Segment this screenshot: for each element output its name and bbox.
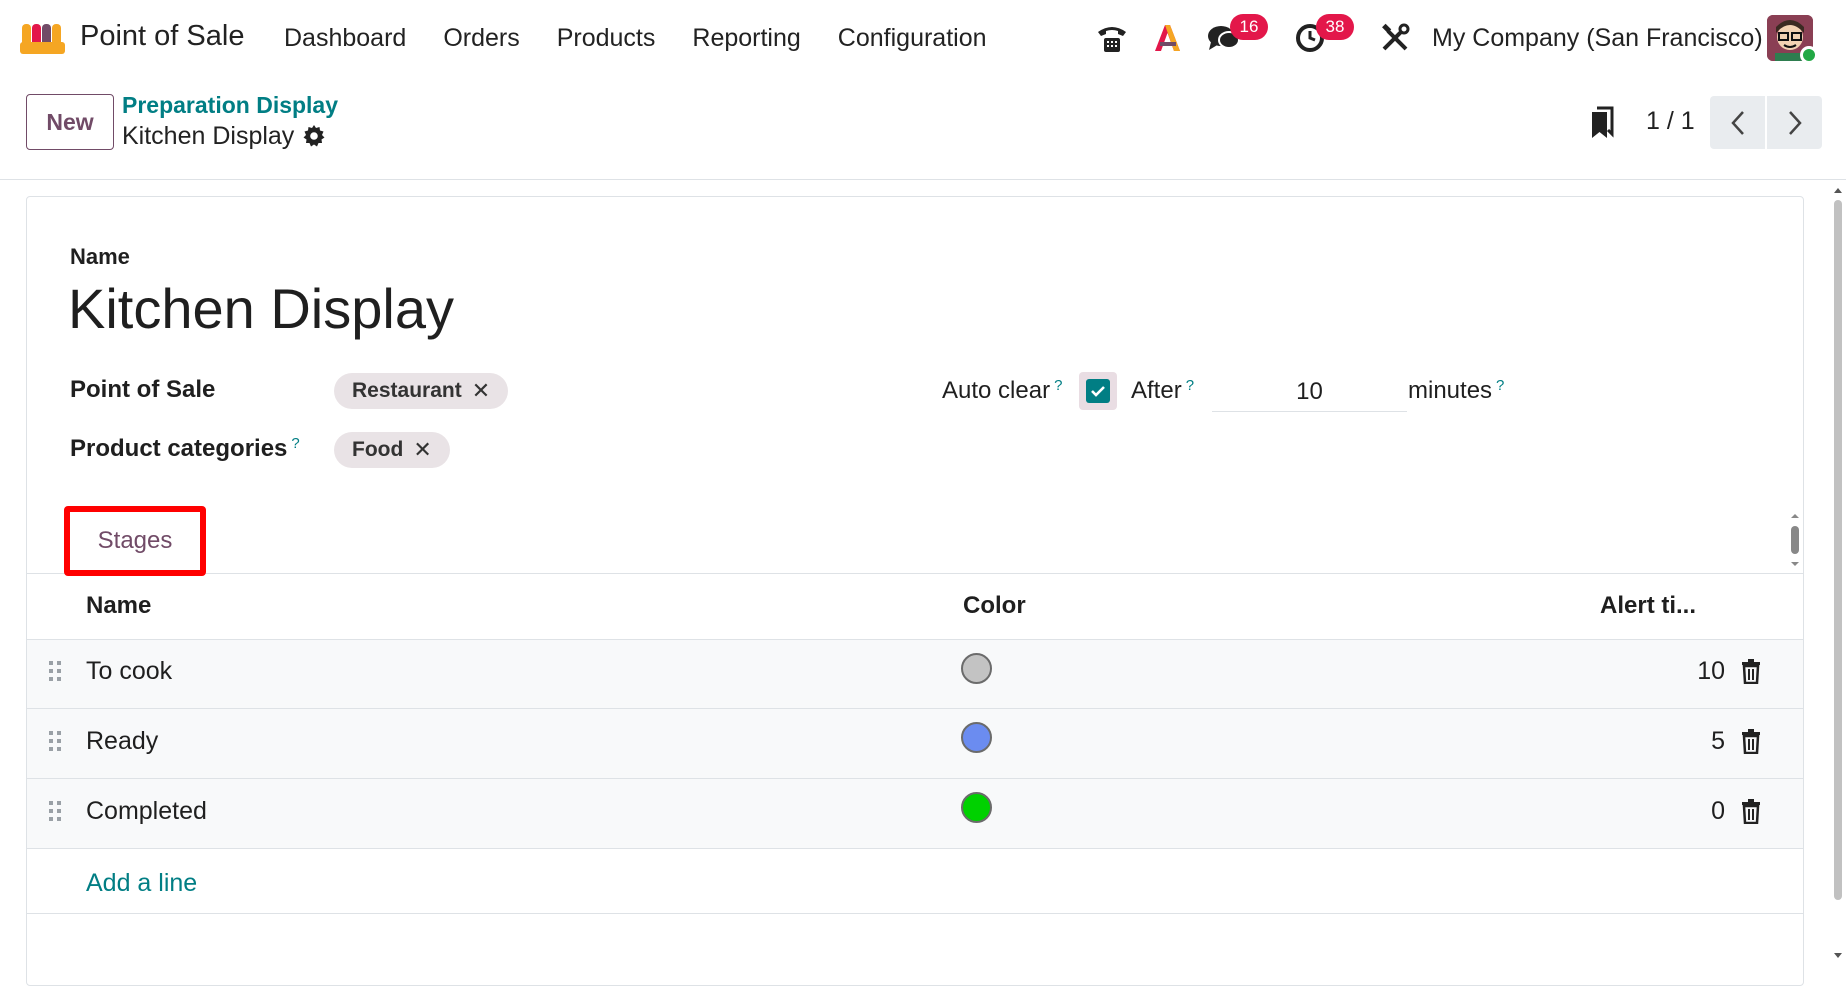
stage-name-cell[interactable]: To cook	[86, 657, 172, 686]
remove-tag-icon[interactable]: ✕	[413, 437, 431, 463]
breadcrumb-current: Kitchen Display	[122, 122, 295, 150]
column-header-name[interactable]: Name	[86, 592, 151, 620]
tab-scrollbar[interactable]	[1788, 512, 1802, 568]
checkbox-checked	[1086, 379, 1110, 403]
help-icon[interactable]: ?	[1054, 377, 1062, 394]
auto-clear-label-text: Auto clear	[942, 377, 1051, 404]
chevron-right-icon	[1788, 110, 1802, 135]
add-line-link[interactable]: Add a line	[86, 869, 197, 898]
activities-badge: 38	[1316, 14, 1354, 40]
remove-tag-icon[interactable]: ✕	[472, 378, 490, 404]
auto-clear-checkbox[interactable]	[1079, 372, 1117, 410]
company-switcher[interactable]: My Company (San Francisco)	[1432, 24, 1763, 53]
alert-time-cell[interactable]: 5	[1665, 727, 1725, 756]
stage-color-swatch[interactable]	[961, 653, 992, 684]
after-label-text: After	[1131, 377, 1182, 404]
drag-handle-icon[interactable]	[48, 800, 62, 822]
auto-clear-minutes-input[interactable]	[1212, 372, 1407, 412]
minutes-label-text: minutes	[1408, 377, 1493, 404]
phone-icon[interactable]	[1094, 18, 1130, 58]
record-name-field[interactable]: Kitchen Display	[68, 276, 454, 341]
menu-reporting[interactable]: Reporting	[692, 24, 800, 53]
checkmark-icon	[1091, 386, 1105, 397]
bookmark-icon[interactable]	[1590, 106, 1614, 140]
auto-clear-label: Auto clear?	[942, 377, 1062, 405]
menu-orders[interactable]: Orders	[443, 24, 519, 53]
stage-name-cell[interactable]: Ready	[86, 727, 158, 756]
product-categories-label-text: Product categories	[70, 435, 288, 462]
gear-icon[interactable]	[302, 124, 326, 148]
table-bottom-divider	[27, 913, 1803, 914]
pos-tag-label: Restaurant	[352, 379, 462, 402]
tab-divider	[27, 573, 1803, 574]
table-row[interactable]	[27, 709, 1803, 778]
pager-buttons	[1710, 96, 1822, 149]
pos-app-logo-icon[interactable]	[20, 20, 68, 56]
category-tag-label: Food	[352, 438, 404, 461]
page-scroll-thumb[interactable]	[1834, 200, 1842, 900]
pager-value[interactable]: 1 / 1	[1646, 107, 1695, 136]
drag-handle-icon[interactable]	[48, 730, 62, 752]
online-status-dot	[1800, 46, 1818, 64]
tab-stages[interactable]: Stages	[64, 506, 206, 576]
pager-next-button[interactable]	[1767, 96, 1822, 149]
app-name[interactable]: Point of Sale	[80, 20, 244, 53]
pos-tag: Restaurant ✕	[334, 373, 509, 409]
pos-label: Point of Sale	[70, 376, 216, 403]
column-header-color[interactable]: Color	[963, 592, 1026, 620]
stage-name-cell[interactable]: Completed	[86, 797, 207, 826]
scroll-up-icon[interactable]	[1830, 184, 1846, 196]
name-label: Name	[70, 244, 130, 269]
minutes-label: minutes?	[1408, 377, 1504, 405]
product-categories-label: Product categories?	[70, 435, 300, 463]
ai-assistant-icon[interactable]	[1150, 18, 1186, 58]
stage-color-swatch[interactable]	[961, 792, 992, 823]
trash-icon[interactable]	[1740, 798, 1762, 824]
alert-time-cell[interactable]: 10	[1665, 657, 1725, 686]
stage-color-swatch[interactable]	[961, 722, 992, 753]
row-divider	[27, 848, 1803, 849]
help-icon[interactable]: ?	[1496, 377, 1504, 394]
column-header-alert-time[interactable]: Alert ti...	[1600, 592, 1696, 620]
messages-icon[interactable]: 16	[1206, 14, 1268, 58]
chevron-left-icon	[1730, 110, 1744, 135]
trash-icon[interactable]	[1740, 658, 1762, 684]
alert-time-cell[interactable]: 0	[1665, 797, 1725, 826]
top-navbar: Point of Sale Dashboard Orders Products …	[0, 0, 1846, 76]
messages-badge: 16	[1230, 14, 1268, 40]
table-row[interactable]	[27, 640, 1803, 709]
new-button[interactable]: New	[26, 94, 114, 150]
category-tag: Food ✕	[334, 432, 450, 468]
menu-configuration[interactable]: Configuration	[838, 24, 987, 53]
menu-dashboard[interactable]: Dashboard	[284, 24, 406, 53]
menu-products[interactable]: Products	[557, 24, 656, 53]
activities-clock-icon[interactable]: 38	[1292, 14, 1354, 58]
help-icon[interactable]: ?	[291, 435, 299, 452]
breadcrumb-parent[interactable]: Preparation Display	[122, 92, 338, 119]
pager-previous-button[interactable]	[1710, 96, 1765, 149]
tools-icon[interactable]	[1378, 18, 1412, 58]
table-row[interactable]	[27, 779, 1803, 848]
trash-icon[interactable]	[1740, 728, 1762, 754]
drag-handle-icon[interactable]	[48, 660, 62, 682]
after-label: After?	[1131, 377, 1194, 405]
help-icon[interactable]: ?	[1186, 377, 1194, 394]
main-menu: Dashboard Orders Products Reporting Conf…	[284, 24, 987, 53]
scroll-down-icon[interactable]	[1830, 950, 1846, 962]
control-panel-divider	[0, 179, 1846, 180]
